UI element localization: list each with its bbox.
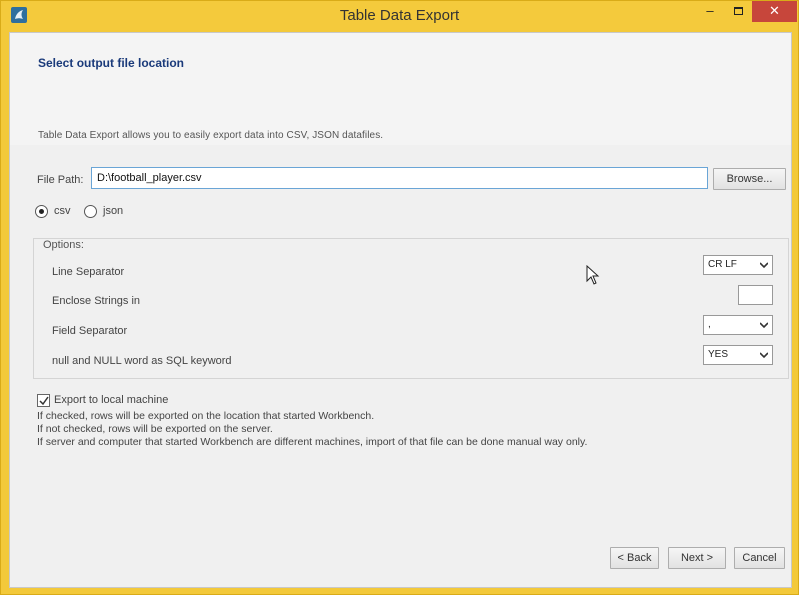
page-title: Select output file location [38,56,185,70]
field-separator-select[interactable]: , [703,315,773,335]
chevron-down-icon [760,322,768,329]
close-button[interactable]: ✕ [752,1,797,22]
file-path-input[interactable] [91,167,708,189]
chevron-down-icon [760,262,768,269]
enclose-strings-input[interactable] [738,285,773,305]
null-keyword-select[interactable]: YES [703,345,773,365]
file-path-label: File Path: [37,174,84,186]
json-radio-label[interactable]: json [103,205,123,217]
dialog-client: Select output file location Table Data E… [9,32,792,588]
options-group: Options: Line Separator CR LF Enclose St… [33,238,789,379]
page-description: Table Data Export allows you to easily e… [38,130,384,141]
csv-radio[interactable] [35,205,48,218]
chevron-down-icon [760,352,768,359]
line-separator-label: Line Separator [52,266,125,278]
next-button[interactable]: Next > [668,547,726,569]
enclose-strings-label: Enclose Strings in [52,295,141,307]
options-legend: Options: [43,239,84,251]
line-separator-select[interactable]: CR LF [703,255,773,275]
line-separator-value: CR LF [708,259,737,270]
checkmark-icon [39,396,49,406]
maximize-button[interactable] [725,1,751,22]
export-note-2: If not checked, rows will be exported on… [37,423,273,435]
null-keyword-value: YES [708,349,729,360]
mouse-pointer-icon [586,265,600,285]
export-note-3: If server and computer that started Work… [37,436,588,448]
maximize-icon [733,7,743,15]
window-title: Table Data Export [339,7,460,24]
export-note-1: If checked, rows will be exported on the… [37,410,375,422]
back-button[interactable]: < Back [610,547,659,569]
null-keyword-label: null and NULL word as SQL keyword [52,355,232,367]
title-bar[interactable]: Table Data Export – ✕ [1,1,798,30]
field-separator-label: Field Separator [52,325,128,337]
export-window: Table Data Export – ✕ Select output file… [0,0,799,595]
csv-radio-label[interactable]: csv [54,205,71,217]
cancel-button[interactable]: Cancel [734,547,785,569]
export-local-label[interactable]: Export to local machine [54,394,168,406]
export-local-checkbox[interactable] [37,394,50,407]
field-separator-value: , [708,319,711,330]
header-band [10,33,791,145]
json-radio[interactable] [84,205,97,218]
browse-button[interactable]: Browse... [713,168,786,190]
minimize-button[interactable]: – [697,1,723,22]
